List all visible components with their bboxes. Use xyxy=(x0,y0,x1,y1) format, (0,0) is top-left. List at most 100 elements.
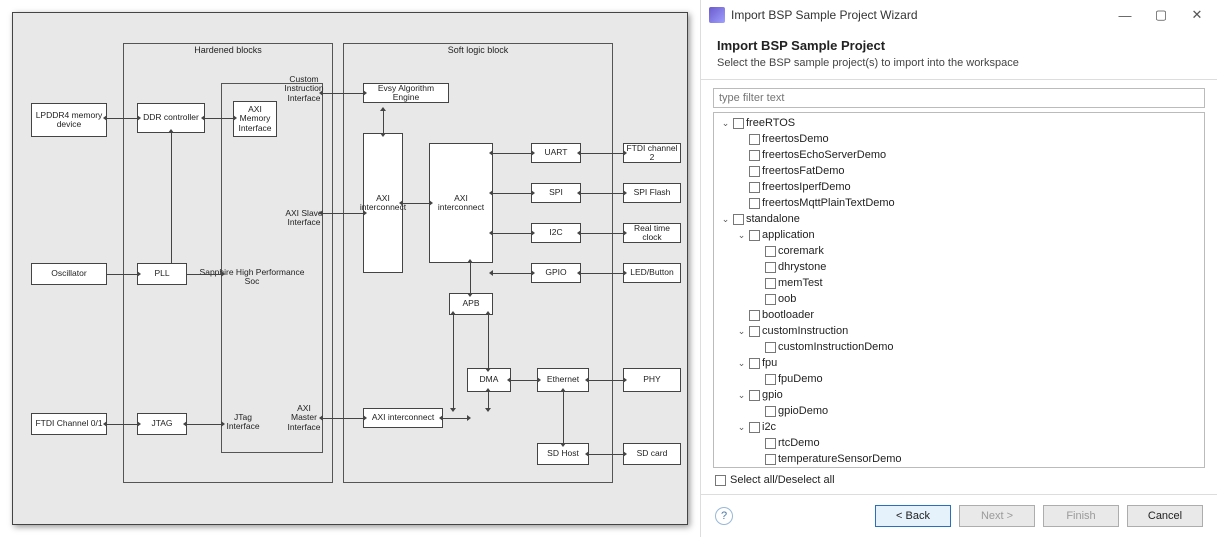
help-button[interactable]: ? xyxy=(715,507,733,525)
next-button[interactable]: Next > xyxy=(959,505,1035,527)
checkbox-icon[interactable] xyxy=(749,310,760,321)
tree-node[interactable]: freertosDemo xyxy=(734,131,1204,147)
tree-node[interactable]: ⌄ customInstruction xyxy=(734,323,1204,339)
tree-node[interactable]: ⌄fpu xyxy=(734,355,1204,371)
block-ftdi: FTDI Channel 0/1 xyxy=(31,413,107,435)
checkbox-icon[interactable] xyxy=(765,262,776,273)
tree-node[interactable]: temperatureSensorDemo xyxy=(750,451,1204,467)
chevron-down-icon[interactable]: ⌄ xyxy=(736,358,747,369)
tree-node-label: standalone xyxy=(746,211,800,227)
chevron-down-icon[interactable]: ⌄ xyxy=(736,230,747,241)
app-icon xyxy=(709,7,725,23)
cancel-button[interactable]: Cancel xyxy=(1127,505,1203,527)
checkbox-icon[interactable] xyxy=(765,342,776,353)
checkbox-icon[interactable] xyxy=(749,390,760,401)
filter-input[interactable] xyxy=(713,88,1205,108)
block-custom-instr: Custom Instruction Interface xyxy=(281,71,327,107)
tree-node[interactable]: ⌄ gpio xyxy=(734,387,1204,403)
block-axi-slave: AXI Slave Interface xyxy=(281,203,327,233)
project-tree[interactable]: ⌄freeRTOSfreertosDemofreertosEchoServerD… xyxy=(713,112,1205,468)
block-i2c: I2C xyxy=(531,223,581,243)
conn xyxy=(581,233,623,234)
conn xyxy=(563,392,564,443)
checkbox-icon[interactable] xyxy=(733,118,744,129)
tree-node[interactable]: freertosIperfDemo xyxy=(734,179,1204,195)
checkbox-icon[interactable] xyxy=(765,406,776,417)
block-axi-mem: AXI Memory Interface xyxy=(233,101,277,137)
block-jtag-if: JTag Interface xyxy=(225,409,261,435)
block-ledbtn: LED/Button xyxy=(623,263,681,283)
tree-node[interactable]: ⌄freeRTOS xyxy=(718,115,1204,131)
chevron-down-icon[interactable]: ⌄ xyxy=(736,422,747,433)
checkbox-icon[interactable] xyxy=(733,214,744,225)
tree-node[interactable]: coremark xyxy=(750,243,1204,259)
block-axi-ic-mid: AXI interconnect xyxy=(429,143,493,263)
tree-node[interactable]: dhrystone xyxy=(750,259,1204,275)
chevron-down-icon[interactable]: ⌄ xyxy=(736,326,747,337)
tree-node[interactable]: fpuDemo xyxy=(750,371,1204,387)
checkbox-icon[interactable] xyxy=(765,294,776,305)
block-lpddr: LPDDR4 memory device xyxy=(31,103,107,137)
checkbox-icon[interactable] xyxy=(749,150,760,161)
conn xyxy=(493,273,531,274)
checkbox-icon[interactable] xyxy=(749,358,760,369)
checkbox-icon[interactable] xyxy=(749,230,760,241)
back-button[interactable]: < Back xyxy=(875,505,951,527)
checkbox-icon[interactable] xyxy=(749,422,760,433)
checkbox-icon[interactable] xyxy=(765,374,776,385)
conn xyxy=(581,273,623,274)
tree-node-label: freertosFatDemo xyxy=(762,163,845,179)
tree-node-label: gpioDemo xyxy=(778,403,828,419)
block-jtag: JTAG xyxy=(137,413,187,435)
tree-node[interactable]: freertosMqttPlainTextDemo xyxy=(734,195,1204,211)
tree-node[interactable]: customInstructionDemo xyxy=(750,339,1204,355)
close-button[interactable]: ✕ xyxy=(1179,4,1215,26)
tree-node-label: fpuDemo xyxy=(778,371,823,387)
checkbox-icon[interactable] xyxy=(765,246,776,257)
checkbox-icon[interactable] xyxy=(749,134,760,145)
select-all-checkbox[interactable]: Select all/Deselect all xyxy=(713,468,1205,486)
block-rtc: Real time clock xyxy=(623,223,681,243)
block-phy: PHY xyxy=(623,368,681,392)
tree-node-label: customInstruction xyxy=(762,323,848,339)
checkbox-icon[interactable] xyxy=(765,454,776,465)
checkbox-icon[interactable] xyxy=(749,166,760,177)
tree-node-label: oob xyxy=(778,291,796,307)
tree-node-label: i2c xyxy=(762,419,776,435)
tree-node[interactable]: gpioDemo xyxy=(750,403,1204,419)
checkbox-icon[interactable] xyxy=(765,438,776,449)
tree-node-label: freertosEchoServerDemo xyxy=(762,147,886,163)
tree-node[interactable]: memTest xyxy=(750,275,1204,291)
tree-node-label: gpio xyxy=(762,387,783,403)
tree-node[interactable]: ⌄application xyxy=(734,227,1204,243)
checkbox-icon[interactable] xyxy=(749,326,760,337)
conn xyxy=(323,213,363,214)
tree-node-label: freertosIperfDemo xyxy=(762,179,851,195)
tree-node[interactable]: freertosEchoServerDemo xyxy=(734,147,1204,163)
block-osc: Oscillator xyxy=(31,263,107,285)
tree-node-label: coremark xyxy=(778,243,824,259)
select-all-label: Select all/Deselect all xyxy=(730,474,835,486)
tree-node-label: customInstructionDemo xyxy=(778,339,894,355)
tree-node[interactable]: rtcDemo xyxy=(750,435,1204,451)
chevron-down-icon[interactable]: ⌄ xyxy=(720,214,731,225)
finish-button[interactable]: Finish xyxy=(1043,505,1119,527)
chevron-down-icon[interactable]: ⌄ xyxy=(720,118,731,129)
conn xyxy=(488,315,489,368)
checkbox-icon[interactable] xyxy=(765,278,776,289)
maximize-button[interactable]: ▢ xyxy=(1143,4,1179,26)
tree-node[interactable]: oob xyxy=(750,291,1204,307)
checkbox-icon[interactable] xyxy=(749,182,760,193)
chevron-down-icon[interactable]: ⌄ xyxy=(736,390,747,401)
minimize-button[interactable]: — xyxy=(1107,4,1143,26)
block-diagram: Hardened blocks Soft logic block LPDDR4 … xyxy=(12,12,688,525)
tree-node[interactable]: ⌄ standalone xyxy=(718,211,1204,227)
tree-node[interactable]: ⌄ i2c xyxy=(734,419,1204,435)
checkbox-icon[interactable] xyxy=(749,198,760,209)
block-gpio: GPIO xyxy=(531,263,581,283)
conn xyxy=(589,380,623,381)
tree-node[interactable]: freertosFatDemo xyxy=(734,163,1204,179)
tree-node[interactable]: bootloader xyxy=(734,307,1204,323)
conn xyxy=(470,263,471,293)
tree-node-label: dhrystone xyxy=(778,259,826,275)
